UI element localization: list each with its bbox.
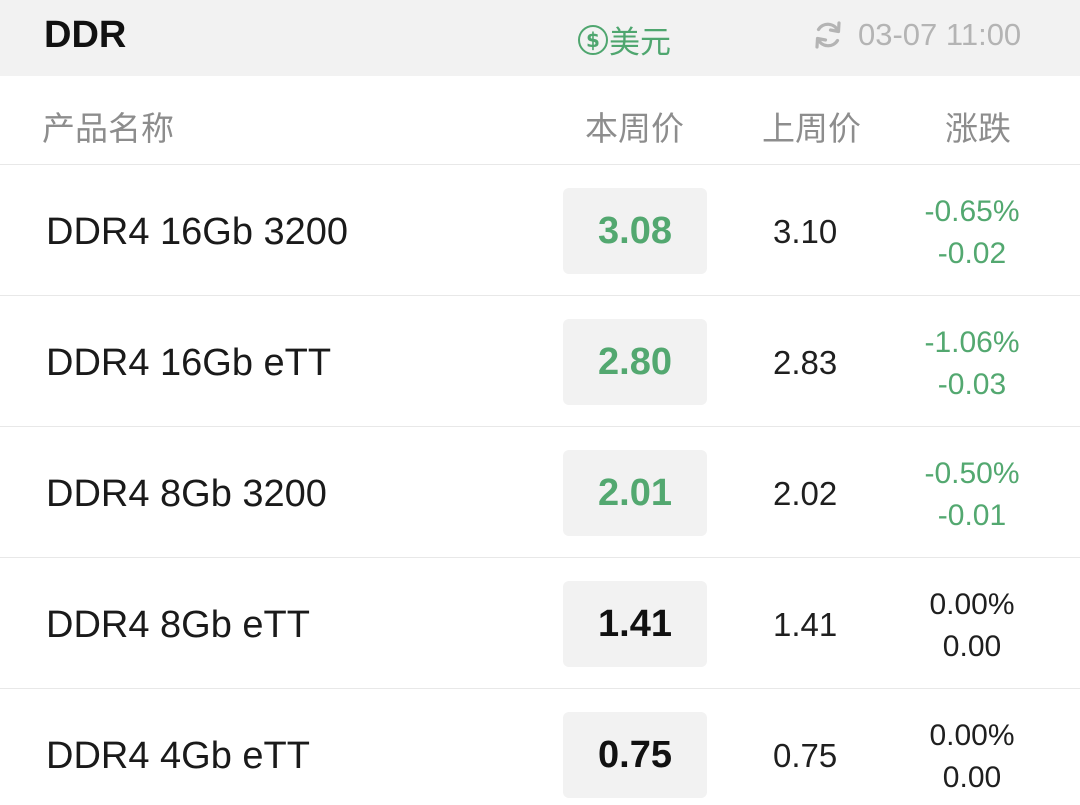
change-percent: -0.50% [924,457,1020,490]
price-change: -0.65% -0.02 [900,191,1044,275]
product-name: DDR4 16Gb 3200 [46,211,349,253]
change-percent: 0.00% [929,719,1015,752]
product-name: DDR4 8Gb 3200 [46,473,327,515]
change-percent: -0.65% [924,195,1020,228]
top-bar: DDR $ 美元 03-07 11:00 [0,0,1080,76]
product-name: DDR4 16Gb eTT [46,342,332,384]
price-change: -1.06% -0.03 [900,322,1044,406]
price-table: DDR4 16Gb 3200 3.08 3.10 -0.65% -0.02 DD… [0,165,1080,805]
currency-toggle[interactable]: $ 美元 [578,17,671,62]
change-absolute: 0.00 [942,630,1002,663]
table-row[interactable]: DDR4 8Gb 3200 2.01 2.02 -0.50% -0.01 [0,427,1080,558]
last-week-price: 3.10 [773,213,838,250]
update-info[interactable]: 03-07 11:00 [812,17,1021,53]
change-absolute: -0.03 [937,368,1007,401]
change-absolute: -0.02 [937,237,1007,270]
last-week-price: 1.41 [773,606,838,643]
product-name: DDR4 4Gb eTT [46,735,310,777]
this-week-price: 2.01 [563,450,707,536]
column-header-name: 产品名称 [42,109,174,148]
table-header: 产品名称 本周价 上周价 涨跌 [0,76,1080,165]
table-row[interactable]: DDR4 4Gb eTT 0.75 0.75 0.00% 0.00 [0,689,1080,805]
price-change: -0.50% -0.01 [900,453,1044,537]
price-change: 0.00% 0.00 [900,715,1044,799]
change-absolute: -0.01 [937,499,1007,532]
change-absolute: 0.00 [942,761,1002,794]
product-name: DDR4 8Gb eTT [46,604,310,646]
column-header-last-week[interactable]: 上周价 [762,102,861,150]
last-week-price: 2.02 [773,475,838,512]
dollar-circle-icon: $ [578,24,608,55]
refresh-icon [815,21,841,49]
change-percent: -1.06% [924,326,1020,359]
this-week-price: 1.41 [563,581,707,667]
page-title: DDR [44,14,127,56]
update-timestamp: 03-07 11:00 [858,17,1022,52]
change-percent: 0.00% [929,588,1015,621]
currency-label: 美元 [609,25,671,61]
column-header-change[interactable]: 涨跌 [945,102,1011,150]
this-week-price: 2.80 [563,319,707,405]
table-row[interactable]: DDR4 16Gb eTT 2.80 2.83 -1.06% -0.03 [0,296,1080,427]
this-week-price: 3.08 [563,188,707,274]
last-week-price: 0.75 [773,737,838,774]
table-row[interactable]: DDR4 16Gb 3200 3.08 3.10 -0.65% -0.02 [0,165,1080,296]
table-row[interactable]: DDR4 8Gb eTT 1.41 1.41 0.00% 0.00 [0,558,1080,689]
last-week-price: 2.83 [773,344,838,381]
column-header-this-week[interactable]: 本周价 [585,102,684,150]
price-change: 0.00% 0.00 [900,584,1044,668]
this-week-price: 0.75 [563,712,707,798]
